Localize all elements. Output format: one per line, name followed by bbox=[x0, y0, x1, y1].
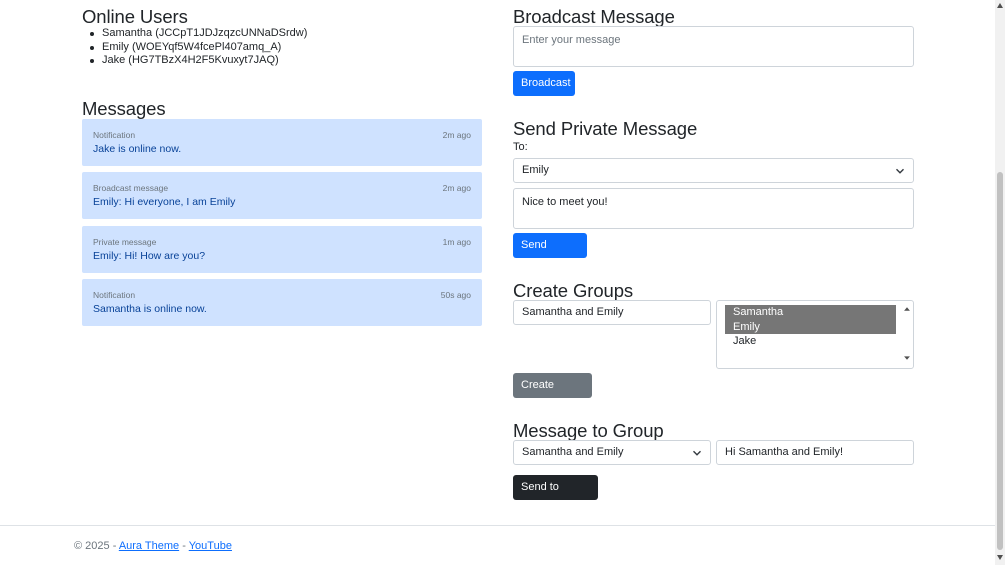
message-to-group-title: Message to Group bbox=[513, 420, 664, 441]
list-item: Samantha (JCCpT1JDJzqzcUNNaDSrdw) bbox=[89, 27, 308, 39]
scroll-down-arrow-icon[interactable] bbox=[997, 555, 1003, 560]
member-option-emily[interactable]: Emily bbox=[725, 319, 896, 334]
scrollbar-thumb[interactable] bbox=[997, 172, 1003, 550]
footer-separator: - bbox=[182, 540, 186, 552]
create-groups-title: Create Groups bbox=[513, 280, 634, 301]
broadcast-message-input[interactable] bbox=[513, 26, 914, 67]
group-members-multiselect[interactable]: Samantha Emily Jake bbox=[716, 300, 914, 369]
scroll-up-arrow-icon[interactable] bbox=[997, 3, 1003, 8]
message-card: Notification 2m ago Jake is online now. bbox=[82, 119, 482, 166]
message-time: 50s ago bbox=[440, 289, 471, 300]
online-users-list: Samantha (JCCpT1JDJzqzcUNNaDSrdw) Emily … bbox=[89, 27, 308, 68]
message-type: Notification bbox=[93, 130, 136, 140]
footer-copyright: © 2025 - bbox=[74, 540, 117, 552]
broadcast-title: Broadcast Message bbox=[513, 6, 675, 27]
message-time: 2m ago bbox=[442, 130, 471, 140]
group-name-input[interactable]: Samantha and Emily bbox=[513, 300, 711, 325]
message-card: Broadcast message 2m ago Emily: Hi every… bbox=[82, 172, 482, 220]
chevron-down-icon bbox=[896, 168, 904, 174]
message-text: Jake is online now. bbox=[93, 143, 182, 155]
message-text: Samantha is online now. bbox=[93, 302, 207, 315]
chevron-down-icon bbox=[693, 450, 701, 456]
message-type: Private message bbox=[93, 236, 157, 247]
group-message-input[interactable]: Hi Samantha and Emily! bbox=[716, 440, 914, 465]
recipient-select-value: Emily bbox=[522, 164, 549, 176]
group-select-value: Samantha and Emily bbox=[522, 446, 624, 458]
footer-divider bbox=[0, 525, 995, 526]
member-option-jake[interactable]: Jake bbox=[725, 334, 896, 349]
message-type: Broadcast message bbox=[93, 183, 169, 194]
message-text: Emily: Hi! How are you? bbox=[93, 249, 206, 262]
to-label: To: bbox=[513, 141, 528, 153]
send-to-group-button[interactable]: Send to Group bbox=[513, 475, 598, 518]
aura-theme-link[interactable]: Aura Theme bbox=[119, 540, 179, 552]
messages-title: Messages bbox=[82, 98, 166, 119]
group-name-value: Samantha and Emily bbox=[522, 306, 624, 318]
members-options: Samantha Emily Jake bbox=[725, 305, 896, 349]
list-item: Emily (WOEYqf5W4fcePl407amq_A) bbox=[89, 41, 307, 55]
broadcast-button[interactable]: Broadcast bbox=[513, 71, 575, 96]
message-card: Notification 50s ago Samantha is online … bbox=[82, 278, 482, 326]
message-time: 2m ago bbox=[442, 183, 471, 194]
online-users-title: Online Users bbox=[82, 6, 188, 27]
list-item: Jake (HG7TBzX4H2F5Kvuxyt7JAQ) bbox=[89, 54, 307, 68]
recipient-select[interactable]: Emily bbox=[513, 158, 914, 183]
message-time: 1m ago bbox=[442, 236, 471, 247]
message-type: Notification bbox=[93, 289, 136, 300]
member-option-samantha[interactable]: Samantha bbox=[725, 305, 896, 320]
youtube-link[interactable]: YouTube bbox=[189, 540, 232, 552]
message-card: Private message 1m ago Emily: Hi! How ar… bbox=[82, 225, 482, 273]
message-text: Emily: Hi everyone, I am Emily bbox=[93, 196, 236, 209]
messages-list: Notification 2m ago Jake is online now. … bbox=[82, 119, 482, 332]
private-message-title: Send Private Message bbox=[513, 118, 698, 139]
private-message-input[interactable] bbox=[513, 188, 914, 229]
group-message-value: Hi Samantha and Emily! bbox=[725, 446, 843, 458]
create-group-button[interactable]: Create Group bbox=[513, 373, 592, 416]
group-select[interactable]: Samantha and Emily bbox=[513, 440, 711, 465]
send-private-button[interactable]: Send Private bbox=[513, 233, 587, 276]
page-scrollbar[interactable] bbox=[995, 0, 1005, 565]
multiselect-scrollbar[interactable] bbox=[901, 301, 913, 368]
footer: © 2025 - Aura Theme - YouTube bbox=[74, 540, 232, 552]
